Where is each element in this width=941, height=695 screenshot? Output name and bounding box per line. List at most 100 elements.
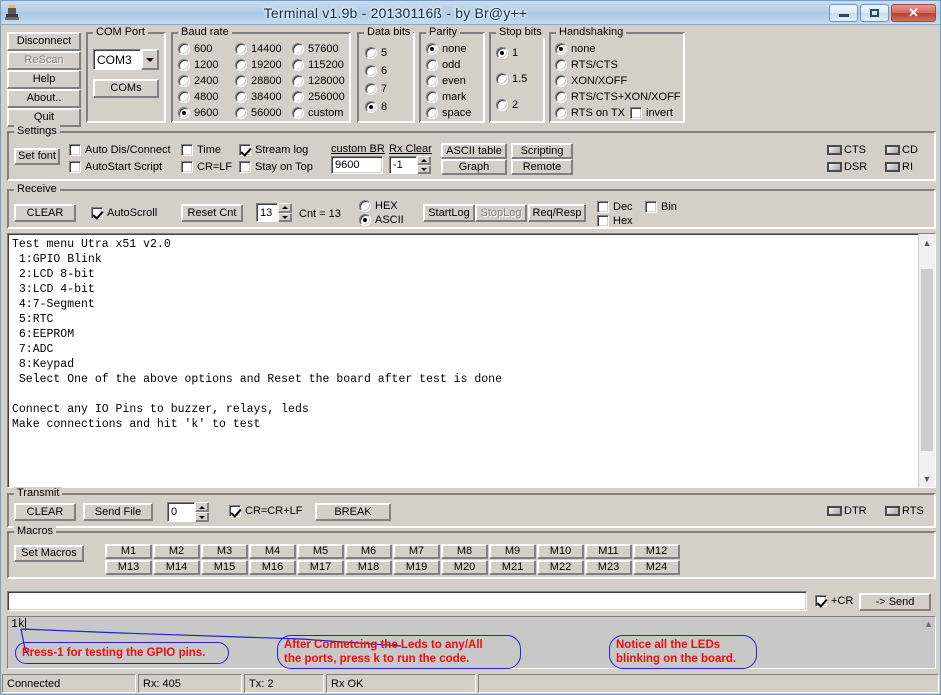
macro-m5-button[interactable]: M5 [297, 544, 344, 559]
stop-bits-1-5[interactable]: 1.5 [496, 73, 527, 85]
data-bits-8[interactable]: 8 [365, 101, 387, 113]
macro-m18-button[interactable]: M18 [345, 560, 392, 575]
remote-button[interactable]: Remote [511, 159, 573, 175]
transmit-clear-button[interactable]: CLEAR [14, 503, 76, 521]
scrollbar-track[interactable] [919, 251, 935, 470]
macro-m7-button[interactable]: M7 [393, 544, 440, 559]
handshaking-invert-checkbox[interactable]: invert [630, 107, 673, 119]
baud-38400[interactable]: 38400 [235, 91, 282, 103]
macro-m1-button[interactable]: M1 [105, 544, 152, 559]
macro-m10-button[interactable]: M10 [537, 544, 584, 559]
transmit-delay-stepper[interactable]: 0 [167, 502, 209, 522]
macro-m11-button[interactable]: M11 [585, 544, 632, 559]
parity-even[interactable]: even [426, 75, 466, 87]
startlog-button[interactable]: StartLog [423, 204, 475, 222]
data-bits-7[interactable]: 7 [365, 83, 387, 95]
req-resp-button[interactable]: Req/Resp [528, 204, 586, 222]
rx-clear-up-icon[interactable] [417, 156, 431, 165]
stay-on-top-checkbox[interactable]: Stay on Top [239, 161, 313, 173]
macro-m12-button[interactable]: M12 [633, 544, 680, 559]
baud-256000[interactable]: 256000 [292, 91, 345, 103]
baud-115200[interactable]: 115200 [292, 59, 344, 71]
handshaking-rts-cts-xon-xoff[interactable]: RTS/CTS+XON/XOFF [555, 91, 681, 103]
break-button[interactable]: BREAK [315, 503, 391, 521]
receive-text-area[interactable]: Test menu Utra x51 v2.0 1:GPIO Blink 2:L… [7, 233, 936, 488]
baud-9600[interactable]: 9600 [178, 107, 218, 119]
macro-m23-button[interactable]: M23 [585, 560, 632, 575]
minimize-button[interactable] [829, 3, 858, 22]
receive-scrollbar[interactable]: ▲ ▼ [918, 234, 935, 487]
macro-m14-button[interactable]: M14 [153, 560, 200, 575]
set-macros-button[interactable]: Set Macros [14, 545, 84, 562]
macro-m9-button[interactable]: M9 [489, 544, 536, 559]
data-bits-6[interactable]: 6 [365, 65, 387, 77]
baud-14400[interactable]: 14400 [235, 43, 282, 55]
cnt-stepper[interactable]: 13 [256, 203, 292, 222]
autoscroll-checkbox[interactable]: AutoScroll [91, 207, 157, 219]
macro-m15-button[interactable]: M15 [201, 560, 248, 575]
baud-57600[interactable]: 57600 [292, 43, 339, 55]
hex-checkbox[interactable]: Hex [597, 215, 633, 227]
handshaking-rts-cts[interactable]: RTS/CTS [555, 59, 618, 71]
macro-m20-button[interactable]: M20 [441, 560, 488, 575]
graph-button[interactable]: Graph [441, 159, 507, 175]
stop-bits-1[interactable]: 1 [496, 47, 518, 59]
send-file-button[interactable]: Send File [83, 503, 153, 521]
chevron-down-icon[interactable] [141, 49, 159, 70]
parity-none[interactable]: none [426, 43, 466, 55]
macro-m21-button[interactable]: M21 [489, 560, 536, 575]
parity-odd[interactable]: odd [426, 59, 460, 71]
macro-m17-button[interactable]: M17 [297, 560, 344, 575]
com-port-select[interactable]: COM3 [93, 49, 159, 70]
disconnect-button[interactable]: Disconnect [7, 32, 81, 51]
scripting-button[interactable]: Scripting [511, 143, 573, 159]
macro-m3-button[interactable]: M3 [201, 544, 248, 559]
macro-m19-button[interactable]: M19 [393, 560, 440, 575]
send-input[interactable] [7, 591, 807, 611]
bin-checkbox[interactable]: Bin [645, 201, 677, 213]
scroll-up-icon[interactable]: ▲ [919, 234, 935, 251]
parity-space[interactable]: space [426, 107, 471, 119]
reset-cnt-button[interactable]: Reset Cnt [181, 204, 243, 222]
cr-lf-checkbox[interactable]: CR=LF [181, 161, 232, 173]
cnt-down-icon[interactable] [278, 212, 292, 222]
baud-1200[interactable]: 1200 [178, 59, 218, 71]
stop-bits-2[interactable]: 2 [496, 99, 518, 111]
transmit-delay-up-icon[interactable] [195, 502, 209, 512]
close-button[interactable]: ✕ [891, 3, 936, 22]
send-button[interactable]: -> Send [859, 593, 931, 611]
stream-log-checkbox[interactable]: Stream log [239, 144, 308, 156]
macro-m16-button[interactable]: M16 [249, 560, 296, 575]
receive-ascii-radio[interactable]: ASCII [359, 214, 404, 226]
autostart-script-checkbox[interactable]: AutoStart Script [69, 161, 162, 173]
cnt-up-icon[interactable] [278, 203, 292, 213]
handshaking-xon-xoff[interactable]: XON/XOFF [555, 75, 627, 87]
macro-m6-button[interactable]: M6 [345, 544, 392, 559]
append-cr-checkbox[interactable]: +CR [815, 595, 853, 607]
baud-2400[interactable]: 2400 [178, 75, 218, 87]
macro-m13-button[interactable]: M13 [105, 560, 152, 575]
set-font-button[interactable]: Set font [14, 148, 60, 165]
rx-clear-stepper[interactable]: -1 [389, 156, 431, 174]
receive-hex-radio[interactable]: HEX [359, 200, 398, 212]
baud-28800[interactable]: 28800 [235, 75, 282, 87]
baud-4800[interactable]: 4800 [178, 91, 218, 103]
data-bits-5[interactable]: 5 [365, 47, 387, 59]
parity-mark[interactable]: mark [426, 91, 466, 103]
dec-checkbox[interactable]: Dec [597, 201, 633, 213]
baud-custom[interactable]: custom [292, 107, 343, 119]
log-scroll-up-icon[interactable]: ▲ [924, 619, 933, 629]
about-button[interactable]: About.. [7, 89, 81, 108]
custom-br-input[interactable]: 9600 [331, 156, 383, 174]
macro-m4-button[interactable]: M4 [249, 544, 296, 559]
rx-clear-down-icon[interactable] [417, 165, 431, 174]
baud-600[interactable]: 600 [178, 43, 212, 55]
macro-m8-button[interactable]: M8 [441, 544, 488, 559]
maximize-button[interactable] [860, 3, 889, 22]
macro-m22-button[interactable]: M22 [537, 560, 584, 575]
time-checkbox[interactable]: Time [181, 144, 221, 156]
receive-clear-button[interactable]: CLEAR [14, 204, 76, 222]
cr-cr-lf-checkbox[interactable]: CR=CR+LF [229, 505, 302, 517]
baud-19200[interactable]: 19200 [235, 59, 282, 71]
coms-button[interactable]: COMs [93, 79, 159, 98]
